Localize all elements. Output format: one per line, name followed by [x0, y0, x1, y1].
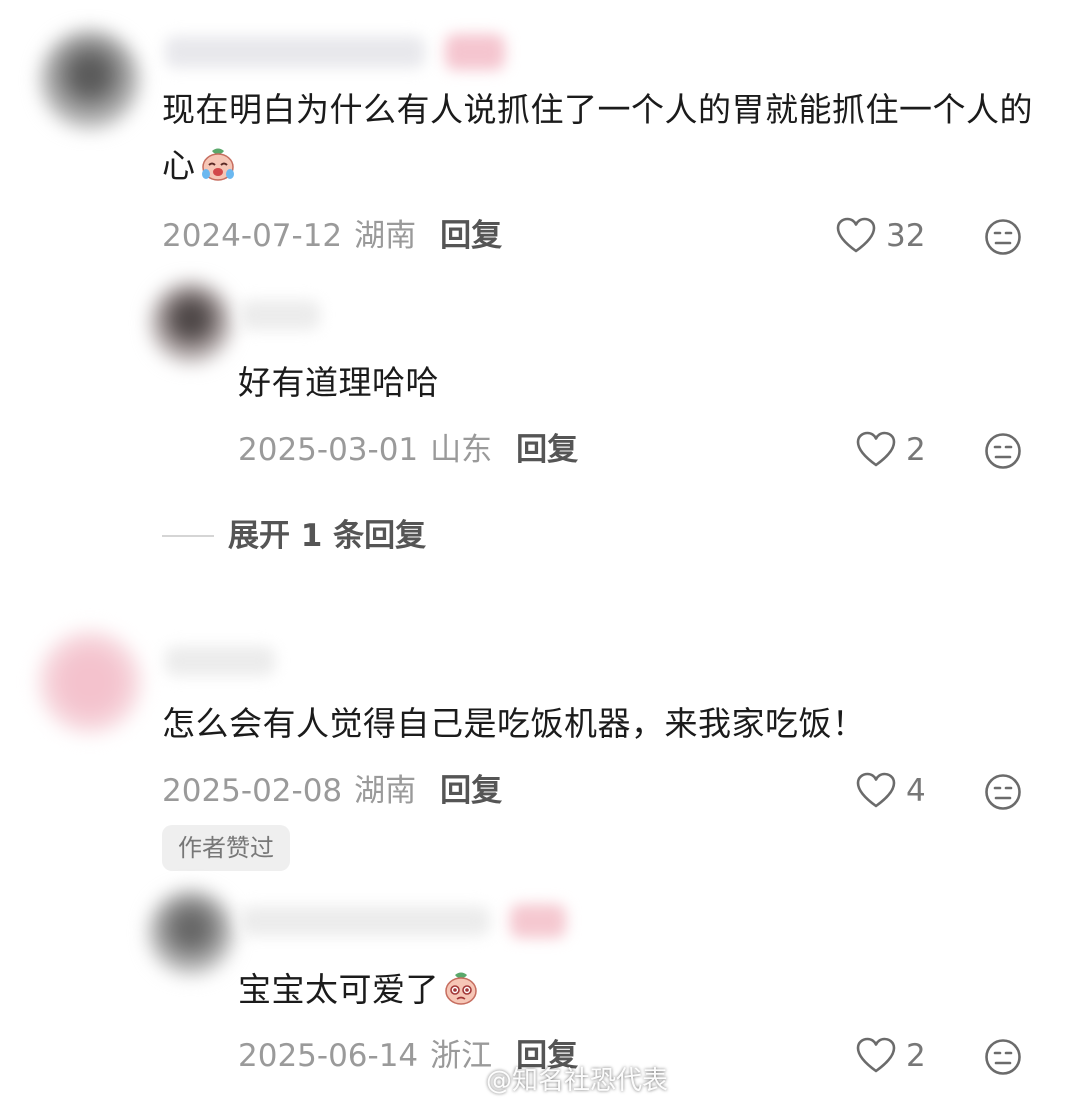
- avatar[interactable]: [148, 890, 234, 976]
- heart-icon: [856, 431, 896, 467]
- watermark-text: @知名社恐代表: [486, 1066, 669, 1096]
- user-badge-blurred: [445, 34, 505, 70]
- reply-button[interactable]: 回复: [516, 430, 578, 470]
- reply-text-content: 宝宝太可爱了: [238, 970, 439, 1009]
- username-blurred[interactable]: [240, 906, 490, 936]
- like-count: 4: [906, 773, 926, 809]
- reply-date: 2025-06-14: [238, 1038, 419, 1074]
- heart-icon: [856, 1037, 896, 1073]
- avatar[interactable]: [150, 282, 232, 364]
- reply-location: 山东: [430, 432, 493, 468]
- weibo-logo-icon: [449, 1068, 478, 1091]
- avatar[interactable]: [38, 630, 142, 734]
- author-liked-badge: 作者赞过: [162, 825, 290, 871]
- avatar[interactable]: [40, 30, 140, 130]
- like-button[interactable]: 4: [856, 771, 926, 811]
- reply-button[interactable]: 回复: [440, 771, 502, 811]
- like-count: 2: [906, 432, 926, 468]
- expand-replies-label: 展开 1 条回复: [228, 518, 427, 554]
- like-count: 2: [906, 1038, 926, 1074]
- comment-location: 湖南: [354, 218, 417, 254]
- reply-meta: 2025-03-01 山东 回复: [238, 430, 578, 470]
- comment-location: 湖南: [354, 773, 417, 809]
- reply-button[interactable]: 回复: [440, 216, 502, 256]
- dislike-face-icon[interactable]: [984, 773, 1022, 811]
- comment-text: 怎么会有人觉得自己是吃饭机器，来我家吃饭！: [162, 704, 866, 743]
- heart-icon: [856, 772, 896, 808]
- dislike-face-icon[interactable]: [984, 432, 1022, 470]
- username-blurred[interactable]: [240, 300, 320, 330]
- heart-icon: [836, 217, 876, 253]
- comment-text-content: 现在明白为什么有人说抓住了一个人的胃就能抓住一个人的心: [162, 90, 1033, 185]
- watermark: @知名社恐代表: [448, 1060, 668, 1097]
- comment-meta: 2024-07-12 湖南 回复: [162, 216, 502, 256]
- reply-text: 宝宝太可爱了: [238, 962, 481, 1018]
- dislike-face-icon[interactable]: [984, 218, 1022, 256]
- reply-text: 好有道理哈哈: [238, 363, 439, 402]
- comment-date: 2025-02-08: [162, 773, 343, 809]
- crying-face-emoji-icon: [201, 148, 234, 181]
- like-button[interactable]: 2: [856, 430, 926, 470]
- expand-replies-button[interactable]: 展开 1 条回复: [162, 516, 426, 556]
- dislike-face-icon[interactable]: [984, 1038, 1022, 1076]
- username-blurred[interactable]: [165, 36, 425, 68]
- comment-text: 现在明白为什么有人说抓住了一个人的胃就能抓住一个人的心: [162, 82, 1052, 194]
- username-blurred[interactable]: [165, 646, 275, 676]
- comment-date: 2024-07-12: [162, 218, 343, 254]
- user-badge-blurred: [510, 904, 566, 938]
- expand-divider: [162, 535, 214, 537]
- like-button[interactable]: 32: [836, 216, 925, 256]
- pleading-face-emoji-icon: [445, 972, 477, 1005]
- like-count: 32: [886, 218, 926, 254]
- comment-meta: 2025-02-08 湖南 回复: [162, 771, 502, 811]
- reply-date: 2025-03-01: [238, 432, 419, 468]
- like-button[interactable]: 2: [856, 1036, 926, 1076]
